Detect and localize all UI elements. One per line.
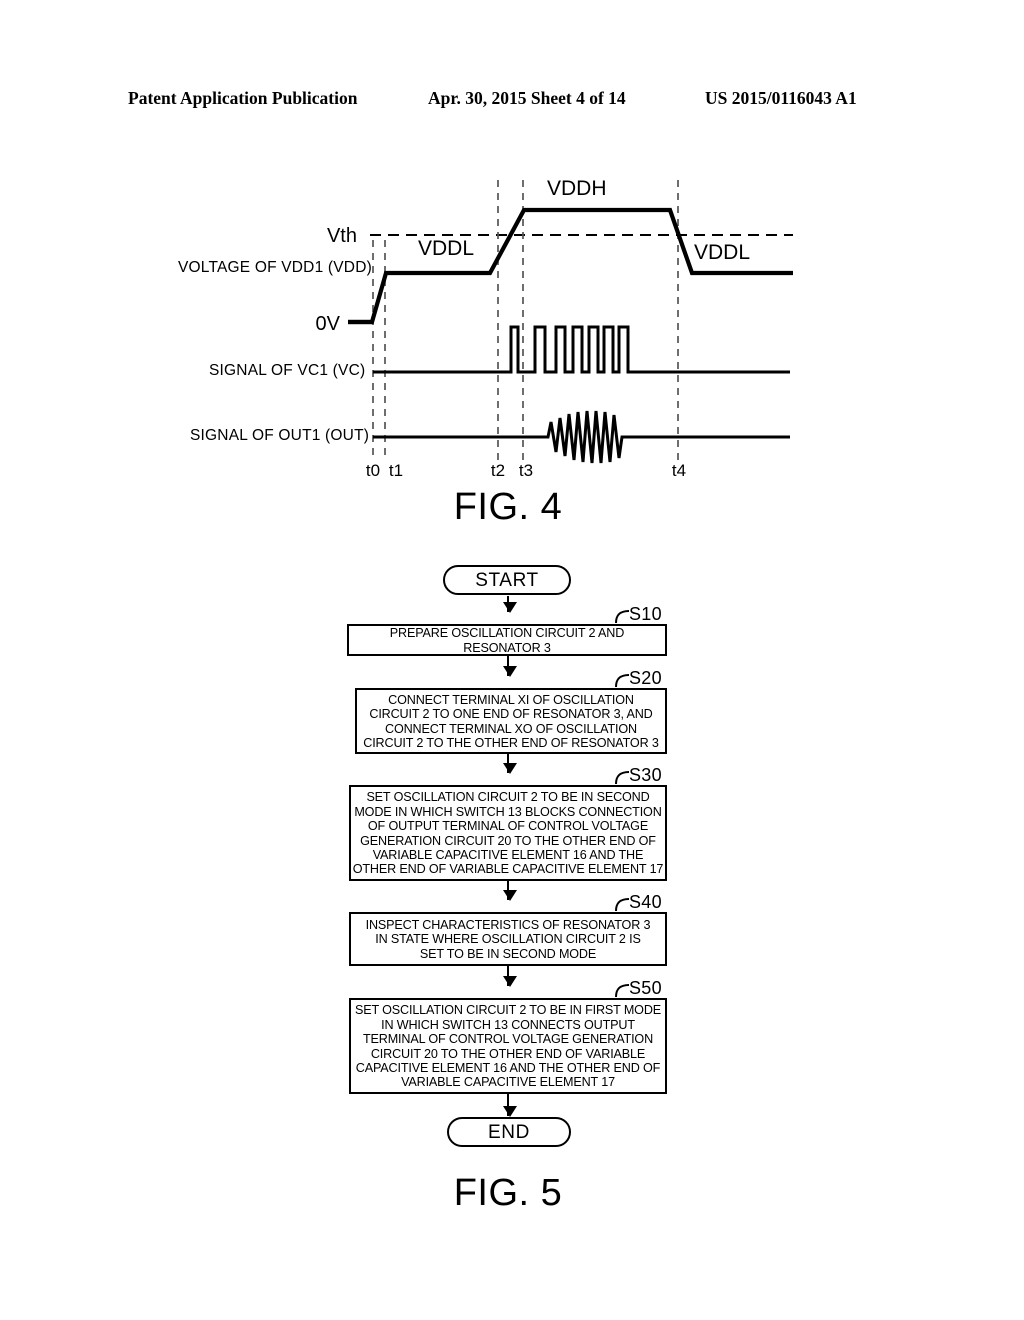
flow-arrow-s30-to-s40 xyxy=(502,881,517,901)
flow-step-line: SET TO BE IN SECOND MODE xyxy=(419,946,597,961)
flow-arrow-start-to-s10 xyxy=(502,596,517,613)
out-waveform xyxy=(373,410,790,464)
figure-4-caption: FIG. 4 xyxy=(453,486,563,528)
flow-arrow-s10-to-s20 xyxy=(502,656,517,677)
time-marker-label-t3: t3 xyxy=(519,461,533,480)
flow-step-line: VARIABLE CAPACITIVE ELEMENT 17 xyxy=(401,1075,615,1090)
flow-step-line: CIRCUIT 2 TO THE OTHER END OF RESONATOR … xyxy=(363,735,659,750)
time-marker-gridlines xyxy=(372,180,679,460)
publication-number-text: US 2015/0116043 A1 xyxy=(705,88,857,108)
figure-5-flowchart: START S10 PREPARE OSCILLATION CIRCUIT 2 … xyxy=(0,556,1024,1256)
flow-step-line: IN WHICH SWITCH 13 CONNECTS OUTPUT xyxy=(381,1017,635,1032)
timing-row-label-vc: SIGNAL OF VC1 (VC) xyxy=(209,362,366,379)
vc-waveform xyxy=(373,325,790,374)
flow-step-box-s10: PREPARE OSCILLATION CIRCUIT 2 AND RESONA… xyxy=(347,624,667,656)
flow-step-line: TERMINAL OF CONTROL VOLTAGE GENERATION xyxy=(362,1032,654,1047)
step-leader-s10 xyxy=(615,610,630,624)
flow-step-line: OF OUTPUT TERMINAL OF CONTROL VOLTAGE xyxy=(367,819,649,834)
vdd-waveform xyxy=(348,207,793,325)
flow-arrow-s20-to-s30 xyxy=(502,754,517,774)
step-leader-s50 xyxy=(615,984,630,998)
flow-step-line: GENERATION CIRCUIT 20 TO THE OTHER END O… xyxy=(360,833,656,848)
step-leader-s20 xyxy=(615,674,630,688)
zero-volt-label: 0V xyxy=(316,313,341,335)
figure-5-caption: FIG. 5 xyxy=(453,1172,563,1214)
vddh-label: VDDH xyxy=(547,177,607,200)
flow-arrow-s40-to-s50 xyxy=(502,966,517,987)
flow-start-terminator: START xyxy=(443,565,571,595)
flow-step-box-s20: CONNECT TERMINAL XI OF OSCILLATION CIRCU… xyxy=(355,688,667,754)
flow-end-terminator: END xyxy=(447,1117,571,1147)
vddl-label-right: VDDL xyxy=(694,241,750,264)
vddl-label-left: VDDL xyxy=(418,237,474,260)
flow-step-line: MODE IN WHICH SWITCH 13 BLOCKS CONNECTIO… xyxy=(354,804,662,819)
timing-row-label-vdd: VOLTAGE OF VDD1 (VDD) xyxy=(178,259,372,276)
time-marker-label-t1: t1 xyxy=(389,461,403,480)
flow-step-line: CIRCUIT 20 TO THE OTHER END OF VARIABLE xyxy=(370,1046,646,1061)
flow-step-line: PREPARE OSCILLATION CIRCUIT 2 AND RESONA… xyxy=(389,626,625,655)
flow-step-box-s40: INSPECT CHARACTERISTICS OF RESONATOR 3 I… xyxy=(349,912,667,966)
flow-step-line: VARIABLE CAPACITIVE ELEMENT 16 AND THE xyxy=(372,847,644,862)
flow-step-line: INSPECT CHARACTERISTICS OF RESONATOR 3 xyxy=(365,917,651,932)
publication-date-sheet-text: Apr. 30, 2015 Sheet 4 of 14 xyxy=(428,88,626,108)
flow-step-line: CONNECT TERMINAL XO OF OSCILLATION xyxy=(385,721,637,736)
flow-step-box-s50: SET OSCILLATION CIRCUIT 2 TO BE IN FIRST… xyxy=(349,998,667,1094)
step-leader-s40 xyxy=(615,898,630,912)
flow-step-line: SET OSCILLATION CIRCUIT 2 TO BE IN SECON… xyxy=(366,790,650,805)
flow-step-line: CONNECT TERMINAL XI OF OSCILLATION xyxy=(388,692,634,707)
timing-row-label-out: SIGNAL OF OUT1 (OUT) xyxy=(190,427,370,444)
time-marker-label-t2: t2 xyxy=(491,461,505,480)
flow-arrow-s50-to-end xyxy=(502,1094,517,1117)
vth-label: Vth xyxy=(327,225,357,247)
flow-step-line: SET OSCILLATION CIRCUIT 2 TO BE IN FIRST… xyxy=(354,1003,662,1018)
publication-type-text: Patent Application Publication xyxy=(128,88,358,108)
time-marker-label-t0: t0 xyxy=(366,461,380,480)
flow-step-box-s30: SET OSCILLATION CIRCUIT 2 TO BE IN SECON… xyxy=(349,785,667,881)
time-marker-label-t4: t4 xyxy=(672,461,686,480)
step-leader-s30 xyxy=(615,771,630,785)
publication-header: Patent Application Publication Apr. 30, … xyxy=(0,88,1024,112)
flow-step-line: CIRCUIT 2 TO ONE END OF RESONATOR 3, AND xyxy=(369,707,653,722)
flow-step-line: IN STATE WHERE OSCILLATION CIRCUIT 2 IS xyxy=(375,932,641,947)
flow-step-line: OTHER END OF VARIABLE CAPACITIVE ELEMENT… xyxy=(352,862,664,877)
flow-step-line: CAPACITIVE ELEMENT 16 AND THE OTHER END … xyxy=(355,1060,661,1075)
